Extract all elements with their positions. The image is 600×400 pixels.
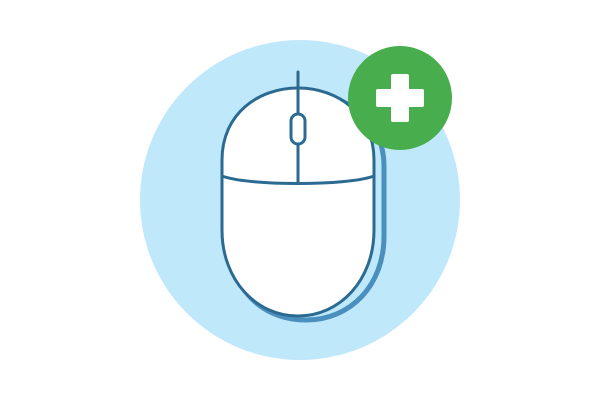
plus-badge-icon: [348, 46, 452, 150]
plus-vertical-bar: [391, 74, 409, 122]
mouse-scroll-wheel: [289, 112, 307, 146]
add-mouse-illustration: [140, 40, 460, 360]
icon-illustration: [0, 0, 600, 400]
